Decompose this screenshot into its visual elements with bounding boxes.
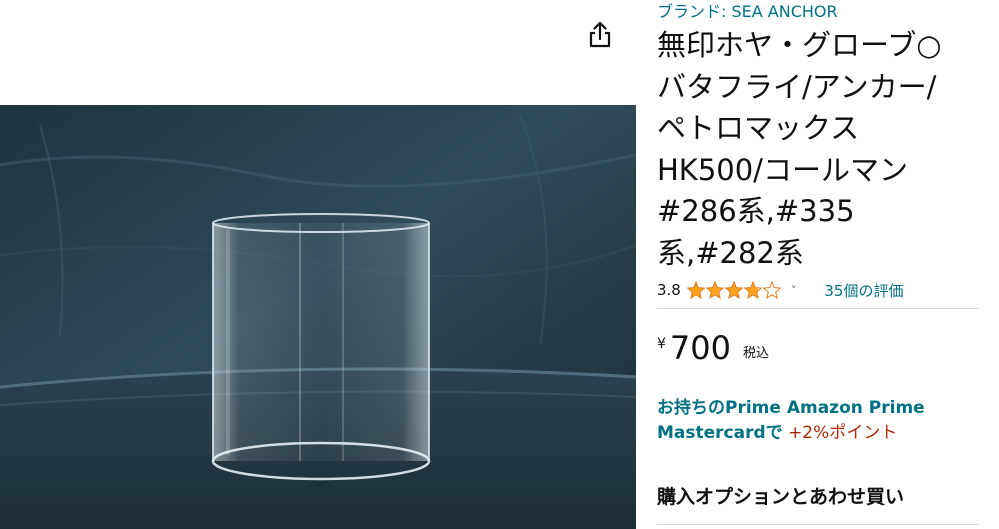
title-line: 無印ホヤ・グローブ○ [657, 28, 942, 62]
share-icon [589, 21, 611, 48]
brand-link[interactable]: ブランド: SEA ANCHOR [657, 0, 838, 22]
title-line: 系,#282系 [657, 235, 804, 270]
title-line: HK500/コールマン [657, 152, 908, 187]
divider [657, 524, 979, 525]
product-title: 無印ホヤ・グローブ○ バタフライ/アンカー/ ペトロマックス HK500/コール… [657, 25, 985, 274]
star-icon [743, 281, 762, 299]
rating-row: 3.8 ˅ 35個の評価 [657, 279, 987, 301]
star-icon [686, 281, 705, 299]
product-image[interactable] [0, 105, 636, 529]
tax-label: 税込 [743, 346, 770, 361]
star-icon [762, 281, 781, 299]
star-rating[interactable] [686, 281, 781, 299]
glass-globe-photo [0, 105, 636, 529]
prime-card-offer: お持ちのPrime Amazon Prime Mastercardで +2%ポイ… [657, 396, 987, 446]
prime-card-link[interactable]: Mastercardで [657, 423, 783, 443]
price-symbol: ¥ [657, 336, 666, 352]
price: ¥ 700 税込 [657, 330, 769, 366]
title-line: ペトロマックス [657, 111, 860, 145]
options-heading: 購入オプションとあわせ買い [657, 486, 905, 508]
prime-card-link[interactable]: お持ちのPrime Amazon Prime [657, 398, 925, 418]
price-value: 700 [669, 329, 731, 367]
title-line: バタフライ/アンカー/ [657, 69, 937, 104]
review-count-link[interactable]: 35個の評価 [824, 280, 903, 301]
star-icon [724, 281, 743, 299]
share-button[interactable] [586, 20, 614, 50]
chevron-down-icon[interactable]: ˅ [791, 284, 797, 297]
star-icon [705, 281, 724, 299]
points-label: +2%ポイント [788, 423, 898, 443]
title-line: #286系,#335 [657, 194, 855, 228]
rating-value: 3.8 [657, 281, 681, 299]
divider [657, 308, 979, 309]
